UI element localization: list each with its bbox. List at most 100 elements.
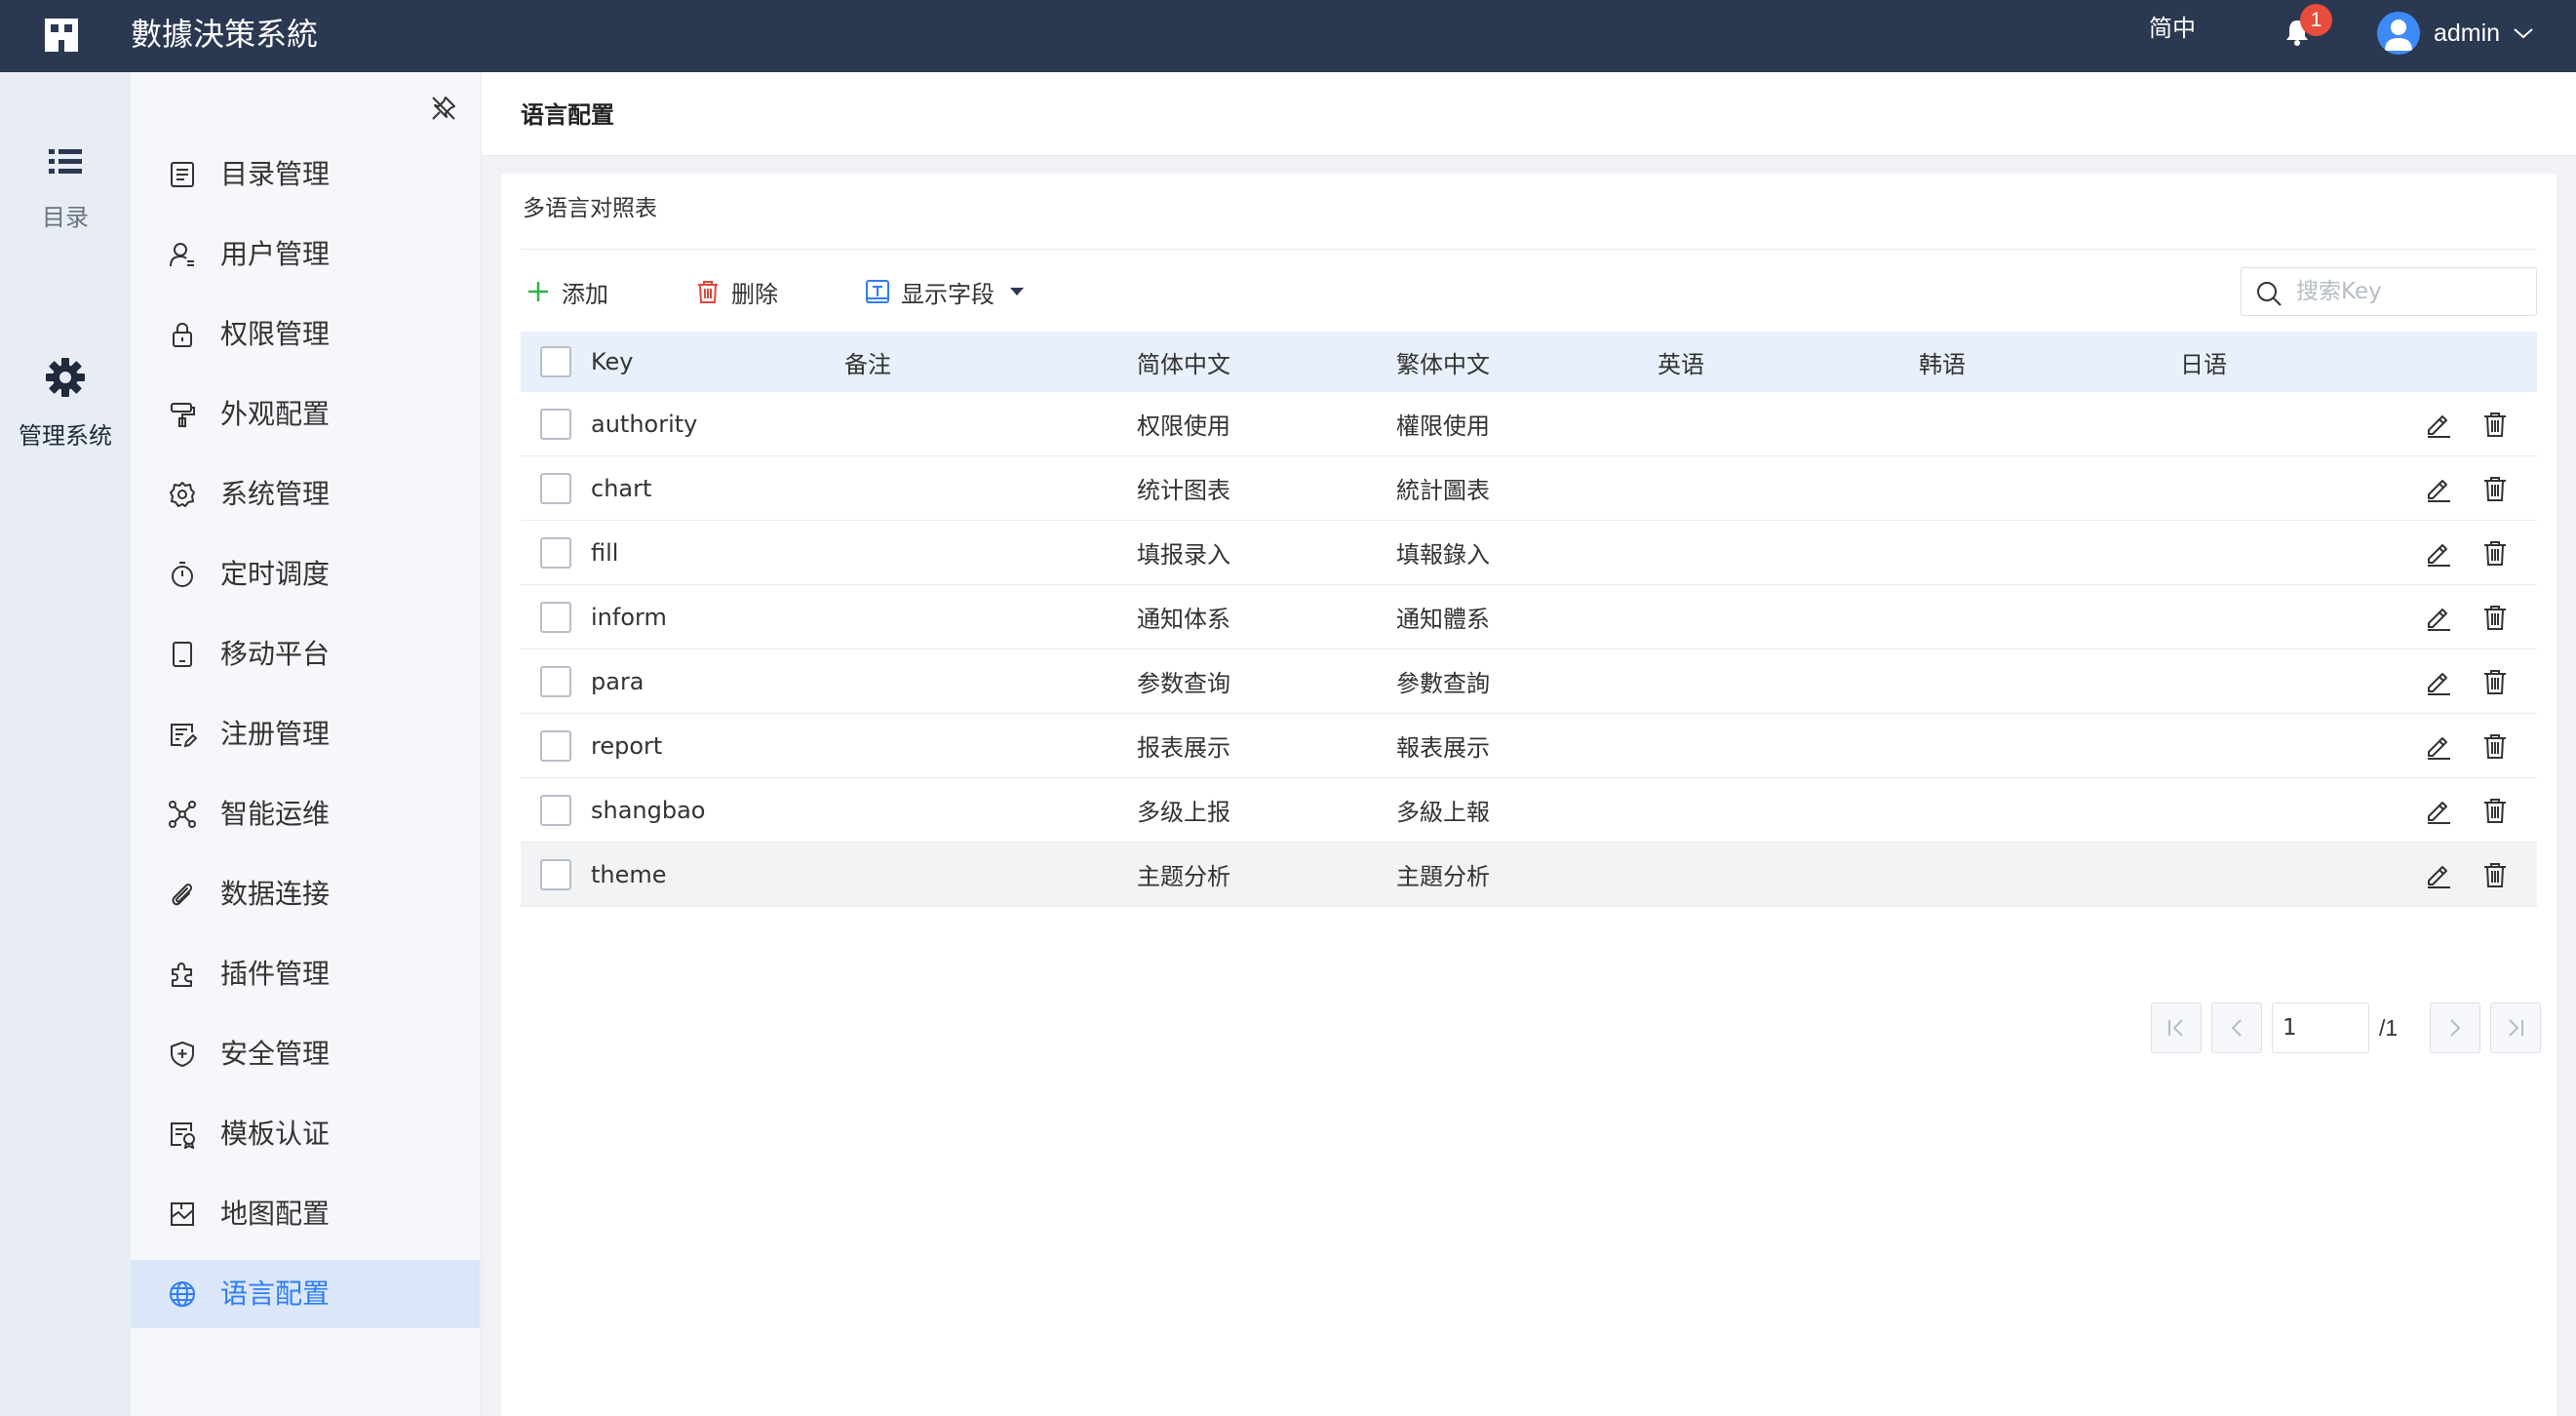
- column-header-en[interactable]: 英语: [1658, 332, 1704, 392]
- column-header-ko[interactable]: 韩语: [1919, 332, 1966, 392]
- sidebar-item-template-cert[interactable]: 模板认证: [131, 1100, 480, 1168]
- row-checkbox[interactable]: [540, 666, 571, 697]
- page-number-input[interactable]: [2272, 1003, 2369, 1053]
- table-row[interactable]: shangbao 多级上报 多級上報: [521, 778, 2537, 843]
- delete-button[interactable]: 删除: [694, 271, 778, 312]
- gear-icon: [46, 358, 85, 397]
- add-button[interactable]: 添加: [525, 271, 608, 312]
- edit-icon[interactable]: [2424, 603, 2453, 632]
- table-row[interactable]: theme 主题分析 主題分析: [521, 843, 2537, 907]
- trash-icon[interactable]: [2480, 474, 2510, 503]
- cell-zh-tw: 主題分析: [1396, 863, 1490, 890]
- column-header-note[interactable]: 备注: [844, 332, 891, 392]
- paint-roller-icon: [171, 403, 195, 427]
- prev-page-button[interactable]: [2211, 1003, 2262, 1053]
- search-box[interactable]: [2241, 267, 2537, 316]
- next-page-button[interactable]: [2430, 1003, 2480, 1053]
- row-checkbox[interactable]: [540, 537, 571, 569]
- sidebar-item-appearance[interactable]: 外观配置: [131, 380, 480, 449]
- sidebar-item-scheduling[interactable]: 定时调度: [131, 540, 480, 609]
- trash-icon[interactable]: [2480, 667, 2510, 696]
- edit-icon[interactable]: [2424, 667, 2453, 696]
- trash-icon[interactable]: [2480, 603, 2510, 632]
- sidebar-item-mobile[interactable]: 移动平台: [131, 620, 480, 688]
- username: admin: [2434, 19, 2501, 47]
- cell-zh-cn: 通知体系: [1137, 606, 1230, 633]
- table-row[interactable]: inform 通知体系 通知體系: [521, 585, 2537, 649]
- sidebar-item-registration[interactable]: 注册管理: [131, 700, 480, 768]
- column-header-zh-tw[interactable]: 繁体中文: [1396, 332, 1490, 392]
- unpin-icon[interactable]: [429, 94, 458, 123]
- sidebar-item-label: 定时调度: [220, 558, 331, 590]
- sidebar-item-label: 移动平台: [220, 638, 331, 670]
- sidebar-item-permissions[interactable]: 权限管理: [131, 300, 480, 369]
- trash-icon[interactable]: [2480, 410, 2510, 439]
- template-cert-icon: [171, 1122, 195, 1149]
- cell-key: para: [591, 667, 644, 695]
- logo-icon[interactable]: [41, 15, 82, 56]
- sidebar-item-security[interactable]: 安全管理: [131, 1020, 480, 1088]
- row-checkbox[interactable]: [540, 859, 571, 890]
- trash-icon[interactable]: [2480, 860, 2510, 889]
- first-page-icon: [2168, 1019, 2183, 1037]
- rail-item-catalog[interactable]: 目录: [0, 142, 131, 232]
- main-content: 语言配置 多语言对照表 添加 删除 显示字段 Key 备注 简体中文: [482, 72, 2576, 1416]
- table-row[interactable]: para 参数查询 參數查詢: [521, 649, 2537, 714]
- cell-zh-cn: 主题分析: [1137, 863, 1230, 890]
- user-avatar-icon: [2385, 20, 2412, 51]
- sidebar-item-system[interactable]: 系统管理: [131, 460, 480, 529]
- cell-key: report: [591, 731, 663, 760]
- edit-icon[interactable]: [2424, 538, 2453, 568]
- edit-icon[interactable]: [2424, 796, 2453, 825]
- rail-item-management[interactable]: 管理系统: [0, 355, 131, 451]
- sidebar-item-language[interactable]: 语言配置: [131, 1260, 480, 1328]
- trash-icon[interactable]: [2480, 796, 2510, 825]
- user-icon: [170, 243, 194, 267]
- plus-icon: [528, 282, 548, 301]
- sidebar-item-label: 安全管理: [220, 1038, 331, 1070]
- sidebar-item-data-connection[interactable]: 数据连接: [131, 860, 480, 928]
- trash-icon[interactable]: [2480, 731, 2510, 761]
- column-header-zh-cn[interactable]: 简体中文: [1137, 332, 1230, 392]
- last-page-button[interactable]: [2490, 1003, 2541, 1053]
- sidebar-item-map[interactable]: 地图配置: [131, 1180, 480, 1248]
- edit-icon[interactable]: [2424, 474, 2453, 503]
- column-header-ja[interactable]: 日语: [2180, 332, 2227, 392]
- sidebar-item-catalog[interactable]: 目录管理: [131, 140, 480, 209]
- edit-icon[interactable]: [2424, 731, 2453, 761]
- user-menu[interactable]: admin: [2377, 12, 2535, 55]
- row-checkbox[interactable]: [540, 795, 571, 826]
- cell-zh-tw: 填報錄入: [1396, 541, 1490, 569]
- edit-icon[interactable]: [2424, 410, 2453, 439]
- trash-icon[interactable]: [2480, 538, 2510, 568]
- table-row[interactable]: fill 填报录入 填報錄入: [521, 521, 2537, 585]
- table-row[interactable]: authority 权限使用 權限使用: [521, 392, 2537, 456]
- row-checkbox[interactable]: [540, 473, 571, 504]
- cell-zh-tw: 多級上報: [1396, 799, 1490, 826]
- cell-key: authority: [591, 410, 698, 438]
- page-total: /1: [2379, 1015, 2399, 1041]
- cell-zh-tw: 統計圖表: [1396, 477, 1490, 504]
- table-row[interactable]: report 报表展示 報表展示: [521, 714, 2537, 778]
- page-title: 语言配置: [521, 101, 614, 129]
- table-row[interactable]: chart 统计图表 統計圖表: [521, 456, 2537, 521]
- notification-badge: 1: [2300, 4, 2332, 36]
- select-all-checkbox[interactable]: [540, 346, 571, 377]
- row-checkbox[interactable]: [540, 602, 571, 633]
- search-input[interactable]: [2296, 276, 2526, 307]
- first-page-button[interactable]: [2151, 1003, 2202, 1053]
- sidebar-item-plugins[interactable]: 插件管理: [131, 940, 480, 1008]
- stopwatch-icon: [172, 562, 193, 587]
- language-switch[interactable]: 简中: [2149, 0, 2196, 57]
- column-header-key[interactable]: Key: [591, 332, 634, 392]
- edit-icon[interactable]: [2424, 860, 2453, 889]
- pagination: /1: [2151, 1003, 2541, 1053]
- sidebar-item-ops[interactable]: 智能运维: [131, 780, 480, 848]
- row-checkbox[interactable]: [540, 409, 571, 440]
- display-fields-label: 显示字段: [901, 280, 995, 308]
- sidebar-item-users[interactable]: 用户管理: [131, 220, 480, 289]
- row-checkbox[interactable]: [540, 730, 571, 762]
- top-bar: 數據決策系統 简中 1 admin: [0, 0, 2576, 72]
- display-fields-dropdown[interactable]: 显示字段: [864, 271, 1026, 312]
- catalog-icon: [171, 162, 194, 187]
